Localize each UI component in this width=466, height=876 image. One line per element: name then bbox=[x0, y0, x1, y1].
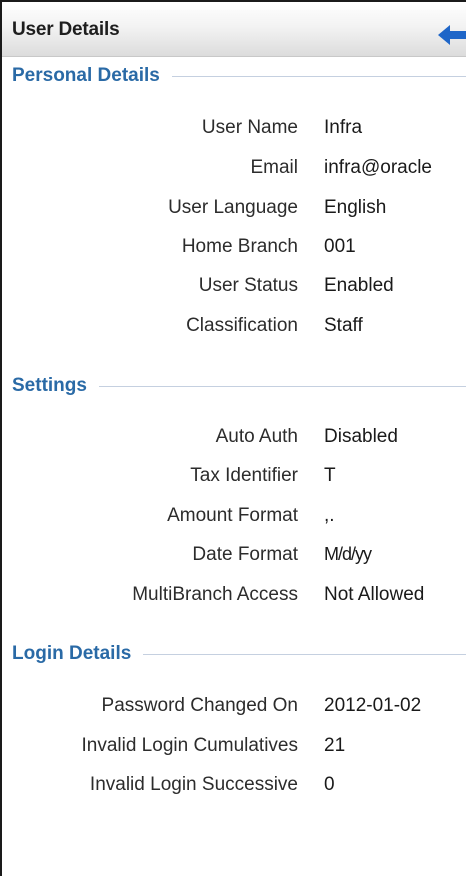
field-row-home-branch: Home Branch 001 bbox=[2, 236, 466, 262]
field-value: English bbox=[324, 197, 387, 218]
field-row-classification: Classification Staff bbox=[2, 315, 466, 341]
field-value: 001 bbox=[324, 236, 356, 257]
field-value: 2012-01-02 bbox=[324, 695, 422, 716]
back-arrow-icon[interactable] bbox=[438, 24, 466, 46]
field-row-amount-format: Amount Format ,. bbox=[2, 505, 466, 531]
field-label: User Name bbox=[201, 117, 298, 138]
field-label: User Status bbox=[198, 275, 298, 296]
field-value: infra@oracle bbox=[324, 157, 432, 178]
panel-title: User Details bbox=[12, 19, 120, 40]
field-label: User Language bbox=[168, 197, 298, 218]
field-row-auto-auth: Auto Auth Disabled bbox=[2, 426, 466, 452]
field-label: Amount Format bbox=[167, 505, 298, 526]
field-label: Auto Auth bbox=[215, 426, 298, 447]
field-value: Enabled bbox=[324, 275, 394, 296]
field-label: Tax Identifier bbox=[190, 465, 298, 486]
field-row-email: Email infra@oracle bbox=[2, 157, 466, 183]
section-title-login: Login Details bbox=[12, 643, 144, 665]
field-label: MultiBranch Access bbox=[132, 584, 298, 605]
field-label: Home Branch bbox=[181, 236, 298, 257]
field-value: 0 bbox=[324, 774, 335, 795]
section-personal-details: Personal Details bbox=[12, 65, 466, 89]
field-row-invalid-login-successive: Invalid Login Successive 0 bbox=[2, 774, 466, 800]
section-settings: Settings bbox=[12, 375, 466, 399]
field-label: Invalid Login Cumulatives bbox=[81, 735, 298, 756]
field-value: 21 bbox=[324, 735, 346, 756]
field-value: Not Allowed bbox=[324, 584, 425, 605]
field-label: Invalid Login Successive bbox=[89, 774, 298, 795]
panel-header: User Details bbox=[2, 2, 466, 57]
field-value: Disabled bbox=[324, 426, 398, 447]
field-row-user-name: User Name Infra bbox=[2, 117, 466, 143]
field-value: Infra bbox=[324, 117, 363, 138]
field-label: Password Changed On bbox=[101, 695, 298, 716]
user-details-panel: User Details Personal Details User Name … bbox=[0, 0, 466, 876]
field-row-multibranch-access: MultiBranch Access Not Allowed bbox=[2, 584, 466, 610]
section-title-settings: Settings bbox=[12, 375, 99, 397]
section-login-details: Login Details bbox=[12, 643, 466, 667]
field-row-user-status: User Status Enabled bbox=[2, 275, 466, 301]
field-row-invalid-login-cumulatives: Invalid Login Cumulatives 21 bbox=[2, 735, 466, 761]
field-label: Date Format bbox=[192, 544, 298, 565]
section-title-personal: Personal Details bbox=[12, 65, 172, 87]
field-value: ,. bbox=[324, 505, 335, 526]
field-value: T bbox=[324, 465, 336, 486]
field-value: M/d/yy bbox=[324, 544, 372, 564]
field-row-date-format: Date Format M/d/yy bbox=[2, 544, 466, 570]
field-label: Classification bbox=[186, 315, 298, 336]
field-row-tax-identifier: Tax Identifier T bbox=[2, 465, 466, 491]
field-label: Email bbox=[250, 157, 298, 178]
field-value: Staff bbox=[324, 315, 363, 336]
field-row-password-changed-on: Password Changed On 2012-01-02 bbox=[2, 695, 466, 721]
field-row-user-language: User Language English bbox=[2, 197, 466, 223]
